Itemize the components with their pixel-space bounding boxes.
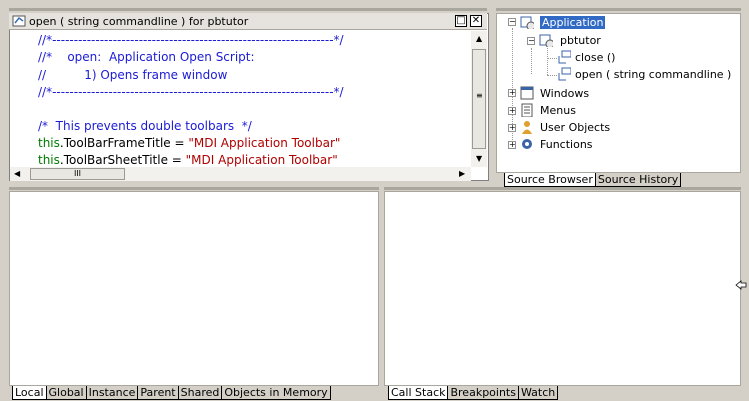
- restore-button[interactable]: □: [455, 15, 467, 27]
- script-vscrollbar[interactable]: ▲ ≡ ▼: [471, 31, 487, 167]
- source-tabbar: Source Browser Source History: [504, 173, 682, 187]
- variables-tabbar: Local Global Instance Parent Shared Objects i…: [12, 386, 331, 400]
- event-icon: [558, 50, 571, 64]
- tree-item-application[interactable]: Application: [540, 16, 606, 29]
- script-icon: [12, 15, 26, 27]
- code-line-3[interactable]: // 1) Opens frame window: [38, 68, 227, 83]
- object-icon: [539, 34, 553, 47]
- code-text: .ToolBarSheetTitle =: [59, 153, 186, 167]
- tree-item-windows[interactable]: Windows: [540, 87, 589, 100]
- thumb-grip-icon: ≡: [476, 91, 483, 100]
- collapse-application-icon[interactable]: −: [508, 18, 516, 26]
- close-button[interactable]: ✕: [470, 15, 482, 27]
- scroll-right-icon[interactable]: ▶: [459, 169, 465, 178]
- code-line-7[interactable]: this.ToolBarFrameTitle = "MDI Applicatio…: [38, 136, 340, 151]
- expand-user-objects-icon[interactable]: +: [508, 124, 516, 132]
- tree-item-open-event[interactable]: open ( string commandline ): [575, 68, 731, 81]
- script-title-bar: open ( string commandline ) for pbtutor …: [9, 13, 487, 30]
- tree-item-pbtutor[interactable]: pbtutor: [560, 34, 601, 47]
- tree-item-menus[interactable]: Menus: [540, 104, 576, 117]
- script-hscrollbar[interactable]: ◀ III ▶: [10, 167, 471, 181]
- tab-watch[interactable]: Watch: [517, 386, 559, 400]
- tab-breakpoints[interactable]: Breakpoints: [447, 386, 518, 400]
- user-objects-icon: [522, 121, 532, 134]
- tab-source-browser[interactable]: Source Browser: [504, 173, 596, 187]
- hscroll-thumb[interactable]: III: [30, 168, 125, 180]
- code-line-2[interactable]: //* open: Application Open Script:: [38, 50, 255, 65]
- tab-global[interactable]: Global: [45, 386, 86, 400]
- code-line-1[interactable]: //*-------------------------------------…: [38, 33, 344, 48]
- code-text: .ToolBarFrameTitle =: [59, 136, 189, 150]
- variables-pane: [9, 191, 379, 386]
- tree-line: [547, 48, 548, 75]
- tab-parent[interactable]: Parent: [137, 386, 178, 400]
- expand-windows-icon[interactable]: +: [508, 89, 516, 97]
- code-string: "MDI Application Toolbar": [188, 136, 341, 150]
- tree-line: [531, 48, 532, 74]
- application-icon: [520, 16, 534, 29]
- scroll-up-icon[interactable]: ▲: [476, 34, 482, 43]
- tree-item-functions[interactable]: Functions: [540, 138, 593, 151]
- expand-functions-icon[interactable]: +: [508, 141, 516, 149]
- tree-label-application: Application: [540, 16, 606, 29]
- tree-line: [547, 75, 557, 76]
- script-pane-grip[interactable]: [9, 8, 487, 11]
- browser-pane-grip[interactable]: [496, 8, 741, 11]
- tab-instance[interactable]: Instance: [85, 386, 138, 400]
- code-line-6[interactable]: /* This prevents double toolbars */: [38, 119, 252, 134]
- collapse-pbtutor-icon[interactable]: −: [527, 37, 535, 45]
- callstack-pane-grip[interactable]: [384, 187, 741, 190]
- code-string: "MDI Application Toolbar": [185, 153, 338, 167]
- variables-pane-grip[interactable]: [9, 187, 379, 190]
- code-keyword: this: [38, 136, 60, 150]
- code-line-4[interactable]: //*-------------------------------------…: [38, 85, 344, 100]
- code-line-8[interactable]: this.ToolBarSheetTitle = "MDI Applicatio…: [38, 153, 338, 168]
- event-icon: [558, 67, 571, 81]
- tab-local[interactable]: Local: [12, 386, 46, 400]
- tab-objects-in-memory[interactable]: Objects in Memory: [221, 386, 331, 400]
- scroll-down-icon[interactable]: ▼: [476, 154, 482, 163]
- debug-tabbar: Call Stack Breakpoints Watch: [388, 386, 559, 400]
- callstack-pane: [384, 191, 741, 386]
- resize-cursor-icon: [735, 280, 747, 290]
- tree-item-close-event[interactable]: close (): [575, 51, 615, 64]
- window-icon: [520, 86, 534, 100]
- tab-shared[interactable]: Shared: [177, 386, 222, 400]
- menu-icon: [521, 103, 533, 117]
- tab-source-history[interactable]: Source History: [595, 173, 682, 187]
- tree-line: [547, 58, 557, 59]
- scroll-left-icon[interactable]: ◀: [14, 169, 20, 178]
- tab-call-stack[interactable]: Call Stack: [388, 386, 448, 400]
- functions-icon: [522, 139, 532, 149]
- code-keyword: this: [38, 153, 60, 167]
- script-title: open ( string commandline ) for pbtutor: [29, 15, 249, 28]
- tree-item-user-objects[interactable]: User Objects: [540, 121, 610, 134]
- expand-menus-icon[interactable]: +: [508, 107, 516, 115]
